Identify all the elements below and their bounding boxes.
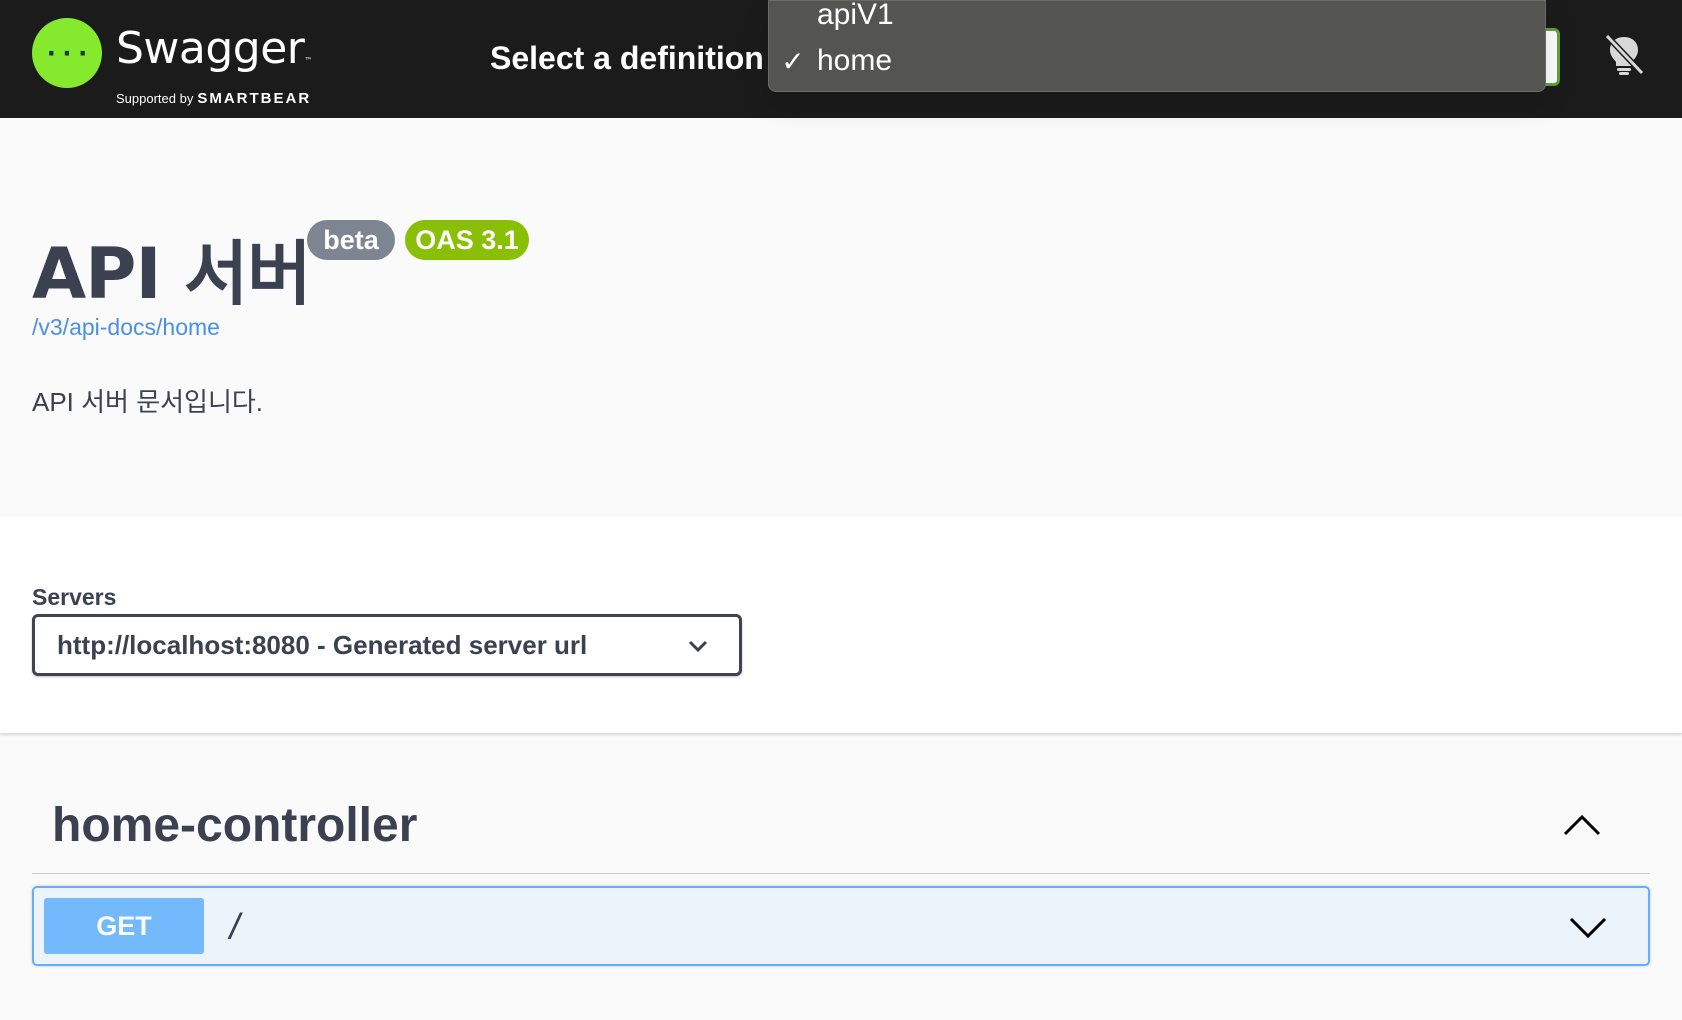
swagger-logo-icon: {···}: [32, 18, 102, 88]
server-select[interactable]: http://localhost:8080 - Generated server…: [32, 614, 742, 676]
chevron-down-icon: [688, 640, 708, 653]
smartbear-wordmark: SMARTBEAR: [197, 90, 312, 107]
operation-get-root[interactable]: GET /: [32, 886, 1650, 966]
lightbulb-off-icon[interactable]: [1602, 32, 1646, 76]
definition-option-label: home: [817, 44, 893, 77]
definition-option-label: apiV1: [817, 0, 894, 31]
info-section: API 서버 beta OAS 3.1 /v3/api-docs/home AP…: [0, 118, 1682, 516]
tag-section: home-controller GET /: [32, 780, 1650, 966]
version-badge: beta: [307, 220, 395, 260]
checkmark-icon: ✓: [781, 45, 805, 77]
brand-supported-by: Supported by SMARTBEAR: [116, 90, 312, 107]
spec-url-link[interactable]: /v3/api-docs/home: [32, 314, 220, 341]
definition-dropdown-menu: apiV1 ✓ home: [768, 0, 1546, 92]
tag-name: home-controller: [52, 799, 418, 852]
swagger-logo[interactable]: {···} Swagger™ Supported bySMARTBEAR: [32, 18, 312, 107]
brand-name: Swagger™: [116, 23, 312, 74]
page-title: API 서버: [32, 233, 312, 315]
svg-text:{···}: {···}: [44, 39, 90, 69]
server-select-value: http://localhost:8080 - Generated server…: [57, 629, 588, 660]
tag-header[interactable]: home-controller: [32, 780, 1650, 874]
servers-label: Servers: [32, 584, 117, 610]
method-badge: GET: [44, 898, 204, 954]
definition-option-home[interactable]: ✓ home: [769, 41, 1545, 81]
definition-option-apiv1[interactable]: apiV1: [769, 0, 1545, 35]
operation-path: /: [226, 906, 246, 944]
chevron-up-icon[interactable]: [1562, 810, 1602, 840]
oas-badge: OAS 3.1: [405, 220, 529, 260]
servers-section: Servers http://localhost:8080 - Generate…: [0, 516, 1682, 734]
definition-select-label: Select a definition: [490, 40, 764, 76]
brand-trademark: ™: [304, 56, 312, 65]
api-description: API 서버 문서입니다.: [32, 387, 264, 417]
chevron-down-icon[interactable]: [1568, 912, 1608, 942]
